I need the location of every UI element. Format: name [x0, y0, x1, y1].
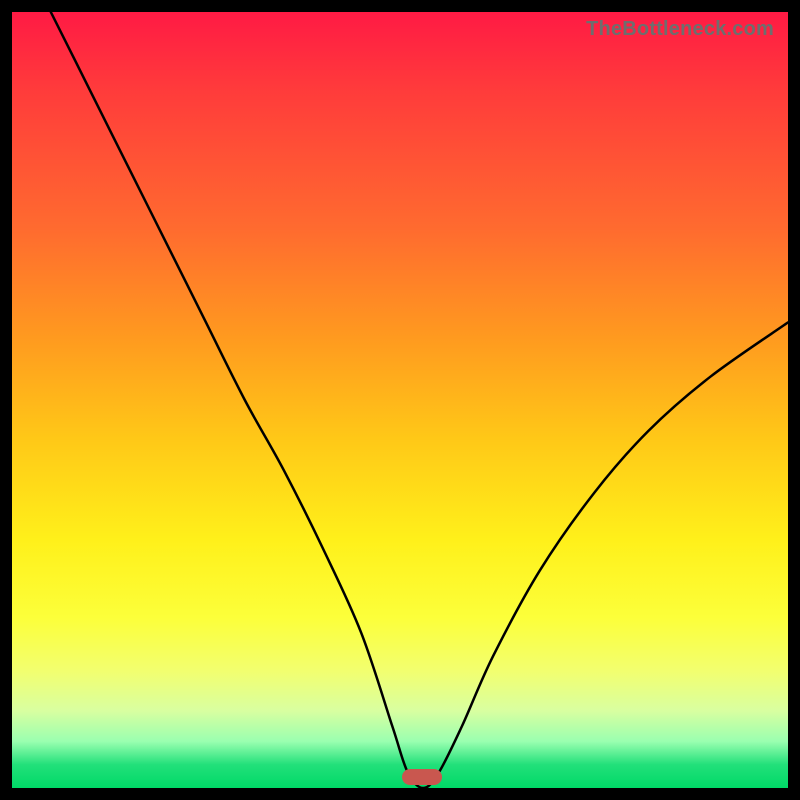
- curve-path: [51, 12, 788, 788]
- bottleneck-curve: [12, 12, 788, 788]
- chart-frame: TheBottleneck.com: [0, 0, 800, 800]
- chart-plot-area: TheBottleneck.com: [12, 12, 788, 788]
- optimum-marker: [402, 769, 442, 785]
